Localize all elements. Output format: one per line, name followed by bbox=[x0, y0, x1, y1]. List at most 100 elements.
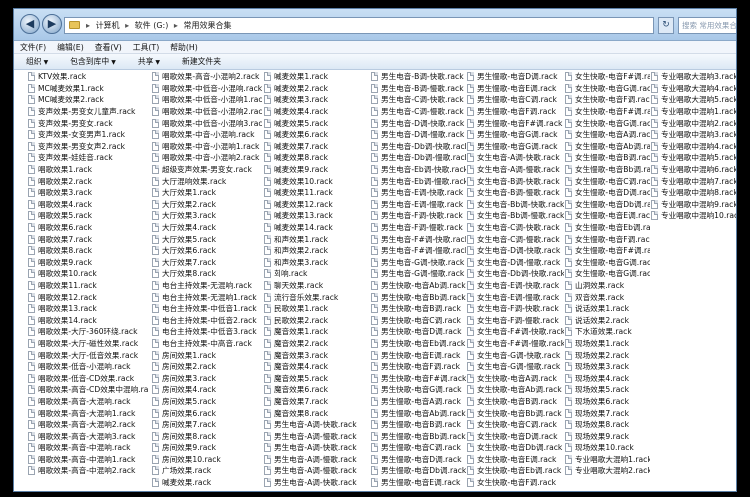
file-item[interactable]: 变声效果-男变女声2.rack bbox=[28, 141, 148, 153]
file-item[interactable]: 唱歌效果4.rack bbox=[28, 199, 148, 211]
file-item[interactable]: 男生快歌-电音F#调.rack bbox=[371, 372, 466, 384]
file-item[interactable]: 大厅效果6.rack bbox=[152, 245, 262, 257]
file-item[interactable]: MC喊麦效果1.rack bbox=[28, 83, 148, 95]
file-item[interactable]: 现场效果1.rack bbox=[565, 338, 650, 350]
file-item[interactable]: 唱歌效果1.rack bbox=[28, 164, 148, 176]
file-item[interactable]: 男生慢歌-电音Bb调.rack bbox=[371, 430, 466, 442]
file-item[interactable]: 女生快歌-电音F调.rack bbox=[467, 477, 564, 489]
file-item[interactable]: 唱歌效果-高音-CD效果中混响.rack bbox=[28, 384, 148, 396]
file-item[interactable]: 男生电音-Eb调-慢歌.rack bbox=[371, 175, 466, 187]
file-item[interactable]: 男生慢歌-电音B调.rack bbox=[371, 419, 466, 431]
file-item[interactable]: 唱歌效果-高音-大混响.rack bbox=[28, 396, 148, 408]
file-item[interactable]: 唱歌效果-中音-小混响2.rack bbox=[152, 152, 262, 164]
file-item[interactable]: 专业唱歌大混响1.rack bbox=[565, 454, 650, 466]
file-item[interactable]: 女生慢歌-电音Eb调.rack bbox=[565, 222, 650, 234]
file-item[interactable]: 和声效果2.rack bbox=[264, 245, 369, 257]
file-item[interactable]: 男生慢歌-电音E调.rack bbox=[467, 83, 564, 95]
file-item[interactable]: 现场效果4.rack bbox=[565, 372, 650, 384]
file-item[interactable]: 女生慢歌-电音Bb调.rack bbox=[565, 164, 650, 176]
file-item[interactable]: 喊麦效果.rack bbox=[152, 477, 262, 489]
file-item[interactable]: 唱歌效果9.rack bbox=[28, 257, 148, 269]
file-item[interactable]: 男生慢歌-电音Ab调.rack bbox=[371, 407, 466, 419]
file-item[interactable]: 唱歌效果-中低音-小混响1.rack bbox=[152, 94, 262, 106]
file-item[interactable]: 唱歌效果-高音-中混响.rack bbox=[28, 442, 148, 454]
file-item[interactable]: 男生慢歌-电音D调.rack bbox=[467, 71, 564, 83]
file-item[interactable]: 男生电音-A调-快歌.rack bbox=[264, 477, 369, 489]
file-item[interactable]: 男生电音-D调-快歌.rack bbox=[371, 117, 466, 129]
file-item[interactable]: 女生电音-Bb调-快歌.rack bbox=[467, 199, 564, 211]
file-item[interactable]: 现场效果5.rack bbox=[565, 384, 650, 396]
file-item[interactable]: 男生电音-A调-慢歌.rack bbox=[264, 430, 369, 442]
file-item[interactable]: 女生电音-C调-慢歌.rack bbox=[467, 233, 564, 245]
file-item[interactable]: 女生电音-F调-慢歌.rack bbox=[467, 314, 564, 326]
file-item[interactable]: 女生电音-E调-快歌.rack bbox=[467, 280, 564, 292]
file-item[interactable]: 喊麦效果10.rack bbox=[264, 175, 369, 187]
file-item[interactable]: 女生快歌-电音C调.rack bbox=[467, 419, 564, 431]
file-item[interactable]: 唱歌效果-低音-小混响.rack bbox=[28, 361, 148, 373]
file-item[interactable]: 房间效果1.rack bbox=[152, 349, 262, 361]
file-item[interactable]: 男生快歌-电音B调.rack bbox=[371, 303, 466, 315]
file-item[interactable]: 唱歌效果-高音-大混响1.rack bbox=[28, 407, 148, 419]
file-item[interactable]: 男生电音-Eb调-快歌.rack bbox=[371, 164, 466, 176]
file-item[interactable]: 房间效果9.rack bbox=[152, 442, 262, 454]
file-item[interactable]: 喊麦效果2.rack bbox=[264, 83, 369, 95]
file-item[interactable]: 喊麦效果12.rack bbox=[264, 199, 369, 211]
file-item[interactable]: 女生快歌-电音Db调.rack bbox=[467, 442, 564, 454]
refresh-icon[interactable]: ↻ bbox=[658, 17, 674, 34]
file-item[interactable]: 女生慢歌-电音F#调.rack bbox=[565, 245, 650, 257]
file-item[interactable]: 专业唱歌中混响7.rack bbox=[651, 175, 736, 187]
file-item[interactable]: 魔音效果4.rack bbox=[264, 361, 369, 373]
file-item[interactable]: 专业唱歌中混响2.rack bbox=[651, 117, 736, 129]
file-item[interactable]: 男生电音-E调-快歌.rack bbox=[371, 187, 466, 199]
file-item[interactable]: 男生电音-A调-慢歌.rack bbox=[264, 454, 369, 466]
share-button[interactable]: 共享 ▼ bbox=[138, 56, 160, 67]
file-item[interactable]: 女生快歌-电音F#调.rack bbox=[565, 71, 650, 83]
file-item[interactable]: 女生电音-Bb调-慢歌.rack bbox=[467, 210, 564, 222]
file-item[interactable]: 男生电音-G调-慢歌.rack bbox=[371, 268, 466, 280]
file-item[interactable]: 专业唱歌中混响5.rack bbox=[651, 152, 736, 164]
file-item[interactable]: 女生快歌-电音F调.rack bbox=[565, 94, 650, 106]
file-item[interactable]: 唱歌效果14.rack bbox=[28, 314, 148, 326]
file-item[interactable]: 唱歌效果13.rack bbox=[28, 303, 148, 315]
file-item[interactable]: 男生电音-F#调-慢歌.rack bbox=[371, 245, 466, 257]
address-bar[interactable]: ▸ 计算机 ▸ 软件 (G:) ▸ 常用效果合集 bbox=[64, 17, 654, 34]
file-item[interactable]: 男生电音-F调-慢歌.rack bbox=[371, 222, 466, 234]
file-item[interactable]: 房间效果7.rack bbox=[152, 419, 262, 431]
file-item[interactable]: 喊麦效果5.rack bbox=[264, 117, 369, 129]
file-item[interactable]: 唱歌效果-中低音-小混响2.rack bbox=[152, 106, 262, 118]
file-item[interactable]: 电台主持效果-中低音1.rack bbox=[152, 303, 262, 315]
file-item[interactable]: 唱歌效果-高音-中混响1.rack bbox=[28, 454, 148, 466]
file-item[interactable]: 唱歌效果10.rack bbox=[28, 268, 148, 280]
file-item[interactable]: 电台主持效果-无混响.rack bbox=[152, 280, 262, 292]
file-item[interactable]: 男生快歌-电音Ab调.rack bbox=[371, 280, 466, 292]
file-item[interactable]: 下水道效果.rack bbox=[565, 326, 650, 338]
file-item[interactable]: 男生电音-A调-慢歌.rack bbox=[264, 465, 369, 477]
file-item[interactable]: 和声效果1.rack bbox=[264, 233, 369, 245]
file-item[interactable]: KTV效果.rack bbox=[28, 71, 148, 83]
file-item[interactable]: 唱歌效果-中低音-小混响.rack bbox=[152, 83, 262, 95]
file-item[interactable]: 男生快歌-电音G调.rack bbox=[371, 384, 466, 396]
file-item[interactable]: 山洞效果.rack bbox=[565, 280, 650, 292]
file-item[interactable]: 说话效果1.rack bbox=[565, 303, 650, 315]
file-item[interactable]: 喊麦效果3.rack bbox=[264, 94, 369, 106]
file-item[interactable]: 房间效果8.rack bbox=[152, 430, 262, 442]
file-item[interactable]: 唱歌效果-高音-大混响3.rack bbox=[28, 430, 148, 442]
file-item[interactable]: 魔音效果8.rack bbox=[264, 407, 369, 419]
breadcrumb-computer[interactable]: 计算机 bbox=[96, 21, 120, 30]
file-item[interactable]: 专业唱歌中混响10.rack bbox=[651, 210, 736, 222]
file-item[interactable]: 大厅效果5.rack bbox=[152, 233, 262, 245]
file-item[interactable]: 唱歌效果5.rack bbox=[28, 210, 148, 222]
file-item[interactable]: 女生慢歌-电音F调.rack bbox=[565, 233, 650, 245]
file-item[interactable]: 男生电音-C调-慢歌.rack bbox=[371, 106, 466, 118]
file-item[interactable]: 男生慢歌-电音G调.rack bbox=[467, 141, 564, 153]
breadcrumb-drive[interactable]: 软件 (G:) bbox=[135, 21, 169, 30]
file-item[interactable]: 男生电音-A调-快歌.rack bbox=[264, 419, 369, 431]
file-item[interactable]: 房间效果2.rack bbox=[152, 361, 262, 373]
file-item[interactable]: 专业唱歌中混响3.rack bbox=[651, 129, 736, 141]
file-item[interactable]: 唱歌效果-大厅-360环绕.rack bbox=[28, 326, 148, 338]
file-item[interactable]: 唱歌效果-大厅-磁性效果.rack bbox=[28, 338, 148, 350]
file-item[interactable]: 女生快歌-电音A调.rack bbox=[467, 372, 564, 384]
file-item[interactable]: 男生快歌-电音Eb调.rack bbox=[371, 338, 466, 350]
file-item[interactable]: 喊麦效果6.rack bbox=[264, 129, 369, 141]
file-item[interactable]: 说话效果2.rack bbox=[565, 314, 650, 326]
